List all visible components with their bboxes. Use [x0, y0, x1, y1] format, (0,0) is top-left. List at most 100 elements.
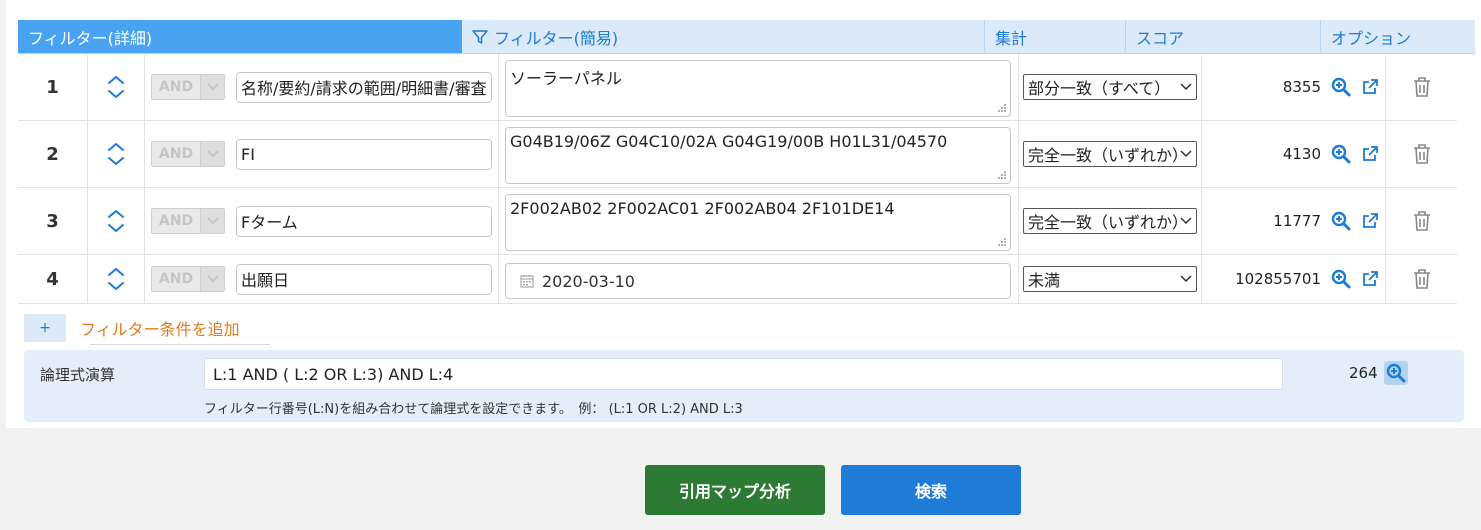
zoom-in-icon[interactable] — [1331, 211, 1351, 231]
operator-value: AND — [158, 146, 194, 162]
row-number: 2 — [18, 121, 88, 187]
tab-filter-detail-label: フィルター(詳細) — [28, 28, 153, 48]
value-text: G04B19/06Z G04C10/02A G04G19/00B H01L31/… — [510, 132, 948, 151]
logic-label: 論理式演算 — [40, 366, 116, 384]
citation-map-button[interactable]: 引用マップ分析 — [645, 465, 825, 515]
chevron-down-icon — [1180, 275, 1192, 283]
value-textarea[interactable]: ソーラーパネル — [505, 60, 1011, 117]
field-cell: Fターム — [231, 188, 499, 254]
reorder-handle[interactable] — [88, 121, 145, 187]
value-text: ソーラーパネル — [510, 69, 622, 88]
tab-filter-detail[interactable]: フィルター(詳細) — [18, 20, 462, 53]
operator-select[interactable]: AND — [151, 74, 225, 100]
chevron-down-icon — [1180, 150, 1192, 158]
chevron-up-down-icon — [108, 143, 124, 165]
resize-grip-icon[interactable] — [997, 237, 1007, 247]
trash-icon[interactable] — [1413, 268, 1431, 290]
field-select[interactable]: Fターム — [236, 205, 492, 237]
add-filter-link[interactable]: フィルター条件を追加 — [80, 316, 240, 340]
value-cell: 2F002AB02 2F002AC01 2F002AB04 2F101DE14 — [499, 188, 1019, 254]
logic-help-text: フィルター行番号(L:N)を組み合わせて論理式を設定できます。 例： (L:1 … — [204, 402, 743, 417]
field-cell: FI — [231, 121, 499, 187]
match-type-select[interactable]: 完全一致（いずれか） — [1023, 208, 1197, 234]
filter-row: 3 AND Fターム 2F002AB02 2F002AC01 2F002AB04… — [18, 188, 1457, 255]
value-cell: 2020-03-10 — [499, 255, 1019, 303]
operator-value: AND — [158, 213, 194, 229]
zoom-in-icon[interactable] — [1331, 269, 1351, 289]
zoom-in-icon[interactable] — [1331, 77, 1351, 97]
match-cell: 部分一致（すべて） — [1019, 54, 1202, 120]
value-cell: ソーラーパネル — [499, 54, 1019, 120]
operator-select[interactable]: AND — [151, 266, 225, 292]
chevron-down-icon — [200, 142, 224, 166]
score-value: 102855701 — [1235, 270, 1321, 288]
reorder-handle[interactable] — [88, 188, 145, 254]
row-number: 3 — [18, 188, 88, 254]
match-type-value: 完全一致（いずれか） — [1028, 146, 1180, 165]
field-cell: 名称/要約/請求の範囲/明細書/審査 — [231, 54, 499, 120]
chevron-down-icon — [200, 267, 224, 291]
operator-cell: AND — [145, 54, 231, 120]
operator-select[interactable]: AND — [151, 141, 225, 167]
zoom-in-icon[interactable] — [1384, 361, 1408, 385]
add-filter-row: + フィルター条件を追加 — [24, 314, 270, 345]
external-link-icon[interactable] — [1361, 78, 1379, 96]
score-value: 11777 — [1273, 212, 1321, 230]
match-type-select[interactable]: 未満 — [1023, 266, 1197, 292]
tab-filter-simple[interactable]: フィルター(簡易) — [462, 20, 985, 53]
match-cell: 完全一致（いずれか） — [1019, 188, 1202, 254]
value-textarea[interactable]: G04B19/06Z G04C10/02A G04G19/00B H01L31/… — [505, 127, 1011, 184]
trash-icon[interactable] — [1413, 76, 1431, 98]
operator-cell: AND — [145, 255, 231, 303]
operator-value: AND — [158, 79, 194, 95]
funnel-icon — [472, 29, 488, 44]
match-cell: 完全一致（いずれか） — [1019, 121, 1202, 187]
calendar-icon — [520, 275, 534, 288]
value-cell: G04B19/06Z G04C10/02A G04G19/00B H01L31/… — [499, 121, 1019, 187]
field-cell: 出願日 — [231, 255, 499, 303]
search-button[interactable]: 検索 — [841, 465, 1021, 515]
tab-score[interactable]: スコア — [1126, 20, 1321, 53]
chevron-up-down-icon — [108, 268, 124, 290]
logic-expression-section: 論理式演算 L:1 AND ( L:2 OR L:3) AND L:4 264 … — [24, 350, 1464, 422]
options-cell — [1386, 255, 1457, 303]
tab-filter-simple-label: フィルター(簡易) — [494, 28, 619, 48]
resize-grip-icon[interactable] — [997, 103, 1007, 113]
tab-aggregate-label: 集計 — [995, 28, 1028, 48]
match-type-value: 完全一致（いずれか） — [1028, 213, 1180, 232]
add-filter-plus-button[interactable]: + — [24, 314, 66, 342]
reorder-handle[interactable] — [88, 54, 145, 120]
match-type-select[interactable]: 完全一致（いずれか） — [1023, 141, 1197, 167]
match-type-value: 未満 — [1028, 271, 1061, 290]
row-number: 1 — [18, 54, 88, 120]
external-link-icon[interactable] — [1361, 270, 1379, 288]
add-filter-divider — [90, 344, 270, 345]
zoom-in-icon[interactable] — [1331, 144, 1351, 164]
trash-icon[interactable] — [1413, 143, 1431, 165]
score-value: 4130 — [1282, 145, 1321, 163]
reorder-handle[interactable] — [88, 255, 145, 303]
tab-options-label: オプション — [1331, 28, 1412, 48]
score-cell: 11777 — [1202, 188, 1386, 254]
score-cell: 8355 — [1202, 54, 1386, 120]
operator-select[interactable]: AND — [151, 208, 225, 234]
match-type-select[interactable]: 部分一致（すべて） — [1023, 74, 1197, 100]
field-select[interactable]: 出願日 — [236, 263, 492, 295]
external-link-icon[interactable] — [1361, 212, 1379, 230]
resize-grip-icon[interactable] — [997, 170, 1007, 180]
logic-expression-input[interactable]: L:1 AND ( L:2 OR L:3) AND L:4 — [204, 358, 1283, 390]
logic-count: 264 — [1349, 364, 1378, 382]
trash-icon[interactable] — [1413, 210, 1431, 232]
date-input[interactable]: 2020-03-10 — [505, 263, 1011, 299]
chevron-up-down-icon — [108, 76, 124, 98]
field-select[interactable]: FI — [236, 138, 492, 170]
score-value: 8355 — [1282, 78, 1321, 96]
field-select[interactable]: 名称/要約/請求の範囲/明細書/審査 — [236, 71, 492, 103]
value-textarea[interactable]: 2F002AB02 2F002AC01 2F002AB04 2F101DE14 — [505, 194, 1011, 251]
tab-aggregate[interactable]: 集計 — [985, 20, 1126, 53]
match-type-value: 部分一致（すべて） — [1028, 79, 1171, 98]
tab-options[interactable]: オプション — [1321, 20, 1475, 53]
operator-cell: AND — [145, 188, 231, 254]
filter-row: 1 AND 名称/要約/請求の範囲/明細書/審査 ソーラーパネル 部分一致（すべ… — [18, 54, 1457, 121]
external-link-icon[interactable] — [1361, 145, 1379, 163]
